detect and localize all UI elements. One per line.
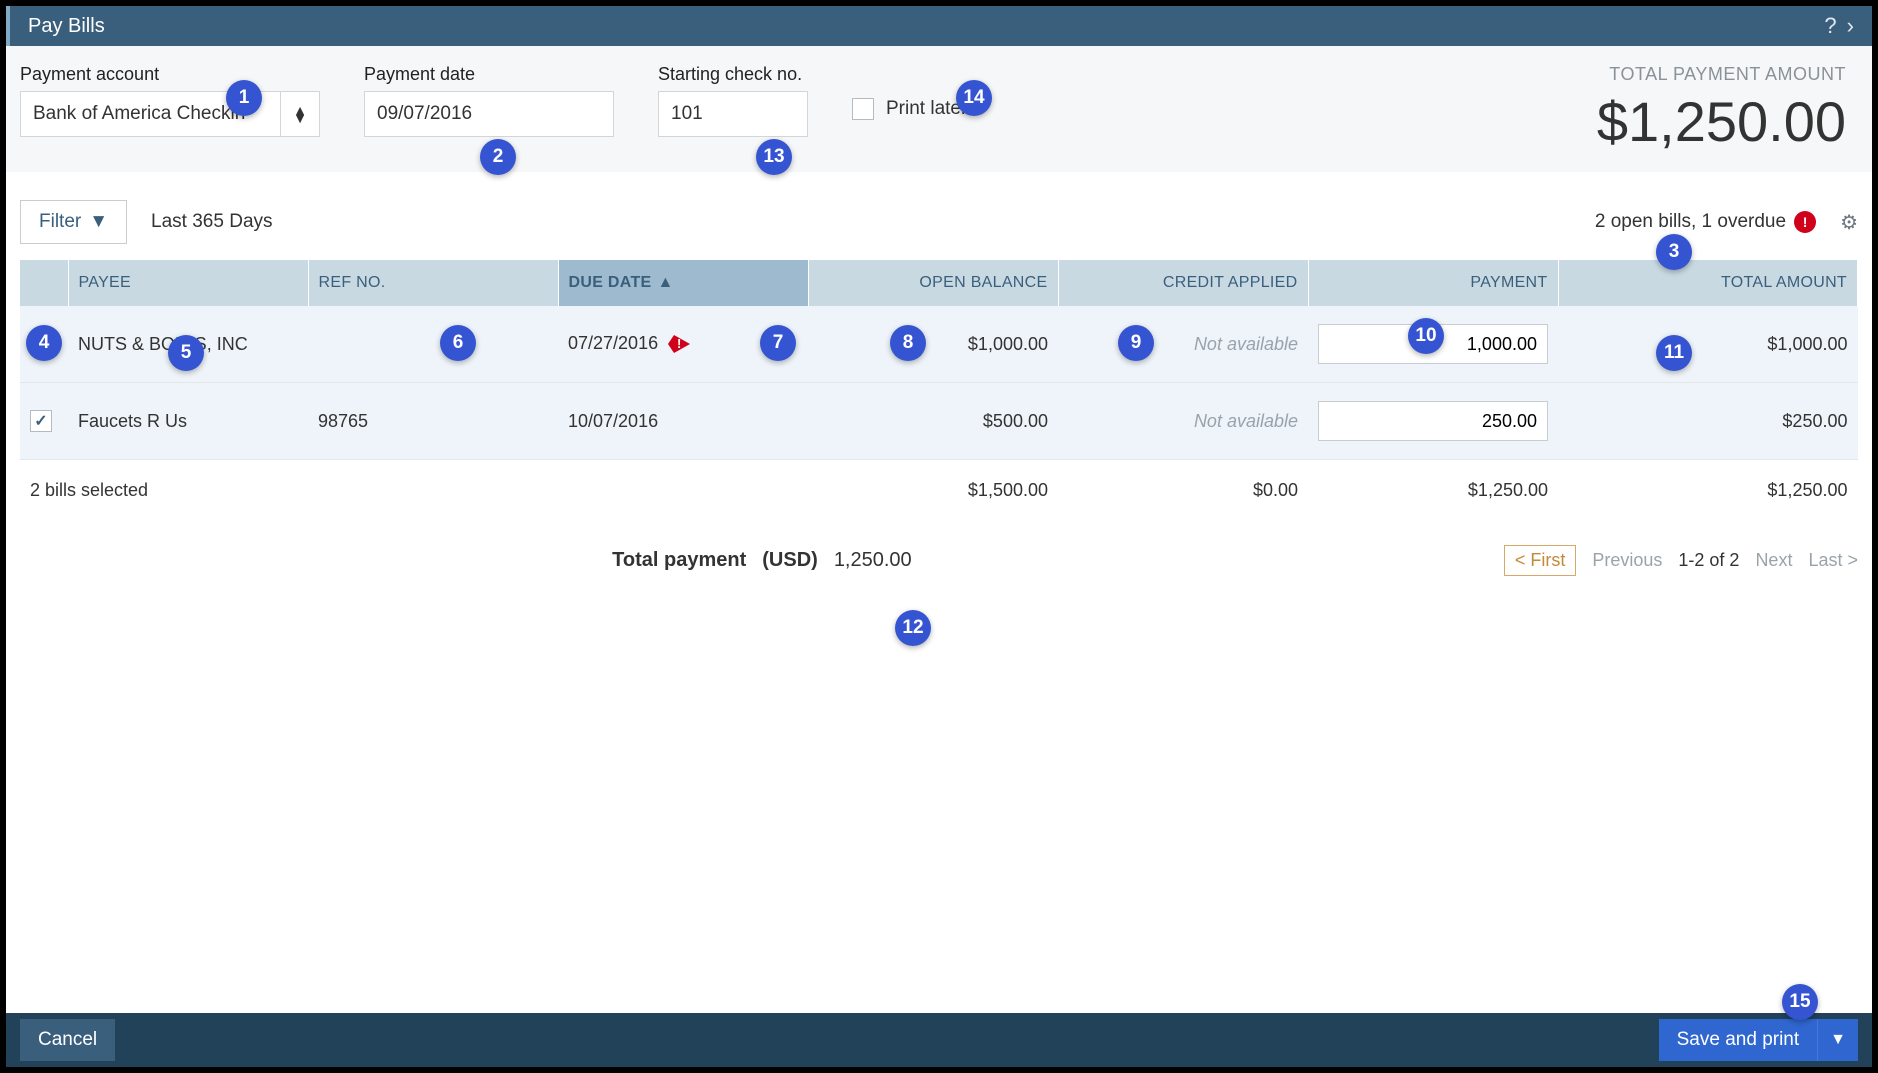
below-bar: Total payment (USD) 1,250.00 < First Pre… [20,519,1858,602]
column-payee[interactable]: PAYEE [68,260,308,306]
annotation-marker: 11 [1656,335,1692,371]
table-row: ✓NUTS & BOLTS, INC07/27/2016!$1,000.00No… [20,306,1858,383]
annotation-marker: 4 [26,325,62,361]
annotation-marker: 14 [956,80,992,116]
payment-account-value: Bank of America Checkin [33,103,245,125]
annotation-marker: 15 [1782,984,1818,1020]
expand-icon[interactable]: › [1847,13,1854,39]
bills-status: 2 open bills, 1 overdue ! [1595,211,1816,233]
cancel-button[interactable]: Cancel [20,1019,115,1061]
cell-ref [308,306,558,383]
window-title: Pay Bills [28,15,105,38]
annotation-marker: 5 [168,335,204,371]
column-credit-applied[interactable]: CREDIT APPLIED [1058,260,1308,306]
filter-bar: Filter ▼ Last 365 Days 2 open bills, 1 o… [20,172,1858,260]
footer-bar: Cancel Save and print ▼ [6,1013,1872,1067]
print-later-checkbox[interactable] [852,98,874,120]
check-no-field: Starting check no. 101 [658,64,808,137]
help-icon[interactable]: ? [1824,13,1836,39]
annotation-marker: 7 [760,325,796,361]
cell-ref: 98765 [308,383,558,460]
chevron-down-icon: ▼ [89,211,108,233]
overdue-flag-icon: ! [668,333,690,355]
summary-credit: $0.00 [1058,460,1308,520]
sort-asc-icon: ▲ [658,274,674,291]
payment-date-input[interactable]: 09/07/2016 [364,91,614,137]
pagination: < First Previous 1-2 of 2 Next Last > [1504,545,1858,576]
total-payment-amount: $1,250.00 [1597,89,1846,154]
annotation-marker: 3 [1656,234,1692,270]
annotation-marker: 12 [895,610,931,646]
summary-selected: 2 bills selected [20,460,558,520]
payment-date-label: Payment date [364,64,614,85]
total-payment-block: TOTAL PAYMENT AMOUNT $1,250.00 [1597,64,1858,154]
total-payment-label: TOTAL PAYMENT AMOUNT [1597,64,1846,85]
summary-open-balance: $1,500.00 [808,460,1058,520]
save-and-print-button[interactable]: Save and print [1659,1019,1818,1061]
annotation-marker: 10 [1408,318,1444,354]
svg-text:!: ! [677,336,681,351]
total-payment-line: Total payment (USD) 1,250.00 [612,549,912,572]
annotation-marker: 6 [440,325,476,361]
annotation-marker: 2 [480,139,516,175]
check-no-input[interactable]: 101 [658,91,808,137]
annotation-marker: 8 [890,325,926,361]
summary-row: 2 bills selected $1,500.00 $0.00 $1,250.… [20,460,1858,520]
annotation-marker: 9 [1118,325,1154,361]
pager-first[interactable]: < First [1504,545,1577,576]
print-later-label: Print later [886,98,967,120]
payment-input[interactable] [1318,401,1548,441]
annotation-marker: 1 [226,80,262,116]
row-checkbox[interactable]: ✓ [30,410,52,432]
column-total-amount[interactable]: TOTAL AMOUNT [1558,260,1858,306]
cell-credit-applied: Not available [1058,383,1308,460]
cell-due-date: 10/07/2016 [558,383,808,460]
column-payment[interactable]: PAYMENT [1308,260,1558,306]
title-bar: Pay Bills ? › [6,6,1872,46]
pager-last[interactable]: Last > [1808,550,1858,571]
overdue-badge-icon: ! [1794,211,1816,233]
column-open-balance[interactable]: OPEN BALANCE [808,260,1058,306]
column-due-date[interactable]: DUE DATE▲ [558,260,808,306]
pager-prev[interactable]: Previous [1592,550,1662,571]
gear-icon[interactable]: ⚙ [1840,210,1858,235]
column-ref-no[interactable]: REF NO. [308,260,558,306]
cell-payee: Faucets R Us [68,383,308,460]
table-row: ✓ Faucets R Us9876510/07/2016$500.00Not a… [20,383,1858,460]
payment-account-label: Payment account [20,64,320,85]
payment-account-select[interactable]: Bank of America Checkin ▲▼ [20,91,320,137]
bills-table: PAYEE REF NO. DUE DATE▲ OPEN BALANCE CRE… [20,260,1858,519]
cell-total-amount: $250.00 [1558,383,1858,460]
cell-open-balance: $500.00 [808,383,1058,460]
payment-header: Payment account Bank of America Checkin … [6,46,1872,172]
select-arrows-icon: ▲▼ [280,92,307,136]
summary-total: $1,250.00 [1558,460,1858,520]
cell-total-amount: $1,000.00 [1558,306,1858,383]
summary-payment: $1,250.00 [1308,460,1558,520]
cell-credit-applied: Not available [1058,306,1308,383]
filter-button[interactable]: Filter ▼ [20,200,127,244]
column-select-all[interactable] [20,260,68,306]
check-no-label: Starting check no. [658,64,808,85]
annotation-marker: 13 [756,139,792,175]
payment-date-field: Payment date 09/07/2016 [364,64,614,137]
print-later-field: Print later [852,98,967,120]
cell-open-balance: $1,000.00 [808,306,1058,383]
save-dropdown-caret[interactable]: ▼ [1817,1019,1858,1061]
payment-account-field: Payment account Bank of America Checkin … [20,64,320,137]
filter-range-text: Last 365 Days [151,211,272,233]
pager-next[interactable]: Next [1755,550,1792,571]
pager-range: 1-2 of 2 [1678,550,1739,571]
